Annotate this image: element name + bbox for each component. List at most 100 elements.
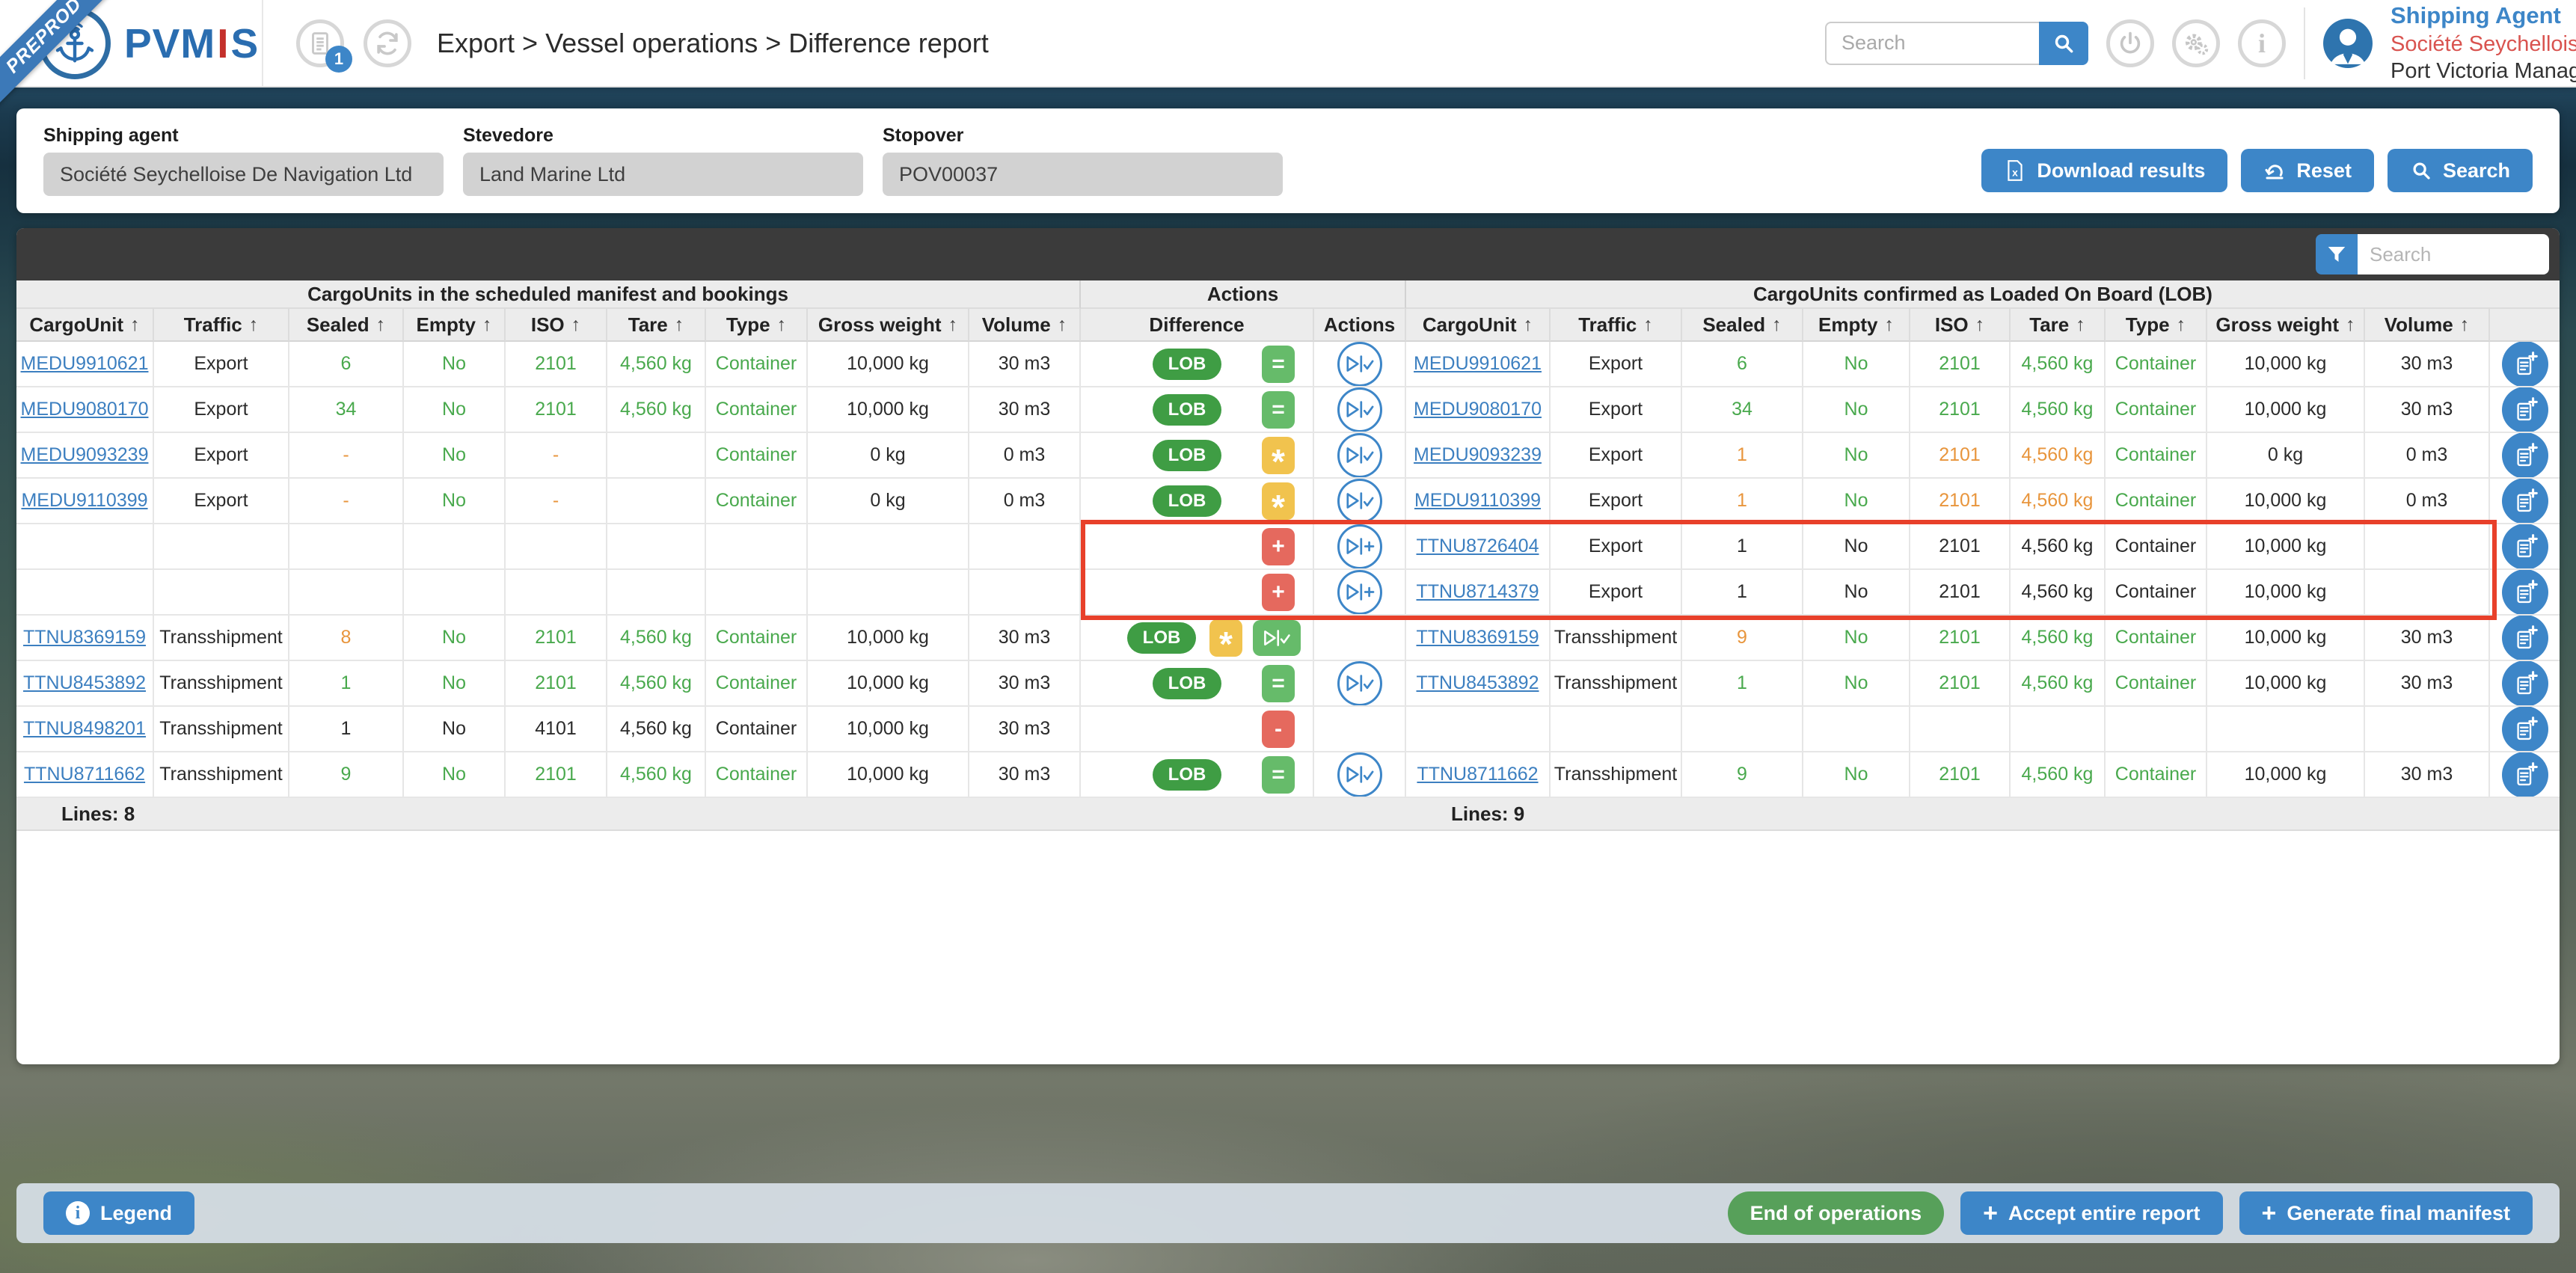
play-check-icon — [1346, 766, 1373, 783]
stevedore-label: Stevedore — [463, 125, 553, 146]
settings-button[interactable] — [2172, 19, 2220, 67]
sort-asc-icon: ↑ — [1643, 313, 1653, 335]
edit-button[interactable] — [2501, 387, 2548, 432]
column-header-traffic[interactable]: Traffic ↑ — [1551, 309, 1682, 342]
cargo-unit-link[interactable]: MEDU9110399 — [1414, 490, 1541, 512]
column-header-cargounit[interactable]: CargoUnit ↑ — [16, 309, 154, 342]
confirm-lob-button[interactable] — [1337, 661, 1382, 705]
column-header-traffic[interactable]: Traffic ↑ — [154, 309, 289, 342]
notification-count-badge: 1 — [325, 45, 352, 73]
stevedore-input[interactable]: Land Marine Ltd — [463, 153, 863, 196]
user-info[interactable]: Shipping Agent Société Seychelloise De P… — [2391, 1, 2576, 85]
play-plus-icon — [1346, 583, 1374, 601]
column-header-iso[interactable]: ISO ↑ — [1910, 309, 2011, 342]
edit-button[interactable] — [2501, 342, 2548, 386]
cargo-unit-link[interactable]: TTNU8453892 — [1417, 672, 1539, 694]
end-of-operations-button[interactable]: End of operations — [1727, 1191, 1945, 1235]
table-filter-button[interactable] — [2316, 234, 2358, 274]
lob-status-badge: LOB — [1153, 667, 1221, 699]
confirm-lob-button[interactable] — [1337, 387, 1382, 432]
column-header-empty[interactable]: Empty ↑ — [404, 309, 506, 342]
edit-button[interactable] — [2501, 479, 2548, 523]
sort-asc-icon: ↑ — [2176, 313, 2186, 335]
legend-button[interactable]: i Legend — [43, 1191, 195, 1235]
column-header-gross-weight[interactable]: Gross weight ↑ — [2207, 309, 2365, 342]
cargo-unit-link[interactable]: TTNU8369159 — [1417, 627, 1539, 648]
sort-asc-icon: ↑ — [130, 313, 140, 335]
column-header-iso[interactable]: ISO ↑ — [506, 309, 607, 342]
cargo-unit-link[interactable]: MEDU9093239 — [1414, 444, 1542, 466]
cargo-unit-link[interactable]: MEDU9110399 — [21, 490, 147, 512]
column-header-gross-weight[interactable]: Gross weight ↑ — [808, 309, 969, 342]
cargo-unit-link[interactable]: TTNU8498201 — [23, 718, 146, 740]
edit-button[interactable] — [2501, 616, 2548, 660]
column-header-volume[interactable]: Volume ↑ — [969, 309, 1081, 342]
column-header-type[interactable]: Type ↑ — [2106, 309, 2207, 342]
mismatch-difference-badge: * — [1262, 436, 1295, 477]
accept-entire-report-button[interactable]: + Accept entire report — [1960, 1191, 2223, 1235]
shipping-agent-input[interactable]: Société Seychelloise De Navigation Ltd — [43, 153, 444, 196]
confirm-lob-button[interactable] — [1337, 433, 1382, 477]
edit-button[interactable] — [2501, 707, 2548, 751]
avatar[interactable] — [2323, 18, 2373, 68]
download-results-button[interactable]: x Download results — [1981, 149, 2228, 192]
add-to-report-button[interactable] — [1337, 570, 1382, 614]
edit-button[interactable] — [2501, 752, 2548, 797]
confirm-lob-button[interactable] — [1337, 752, 1382, 797]
column-header-type[interactable]: Type ↑ — [706, 309, 808, 342]
column-header-sealed[interactable]: Sealed ↑ — [289, 309, 404, 342]
stopover-input[interactable]: POV00037 — [883, 153, 1283, 196]
cargo-unit-link[interactable]: TTNU8711662 — [1417, 764, 1538, 785]
reset-button[interactable]: Reset — [2241, 149, 2374, 192]
lob-status-badge: LOB — [1153, 348, 1221, 380]
column-header-actions: Actions — [1314, 309, 1406, 342]
confirm-lob-button[interactable] — [1337, 342, 1382, 386]
lines-count-left: Lines: 8 — [16, 798, 1081, 831]
cargo-unit-link[interactable]: MEDU9910621 — [21, 353, 149, 375]
group-scheduled-manifest: CargoUnits in the scheduled manifest and… — [16, 280, 1081, 309]
cargo-unit-link[interactable]: MEDU9093239 — [21, 444, 149, 466]
column-header-cargounit[interactable]: CargoUnit ↑ — [1406, 309, 1551, 342]
edit-button[interactable] — [2501, 661, 2548, 705]
info-icon: i — [66, 1201, 90, 1225]
sort-asc-icon: ↑ — [1772, 313, 1782, 335]
table-search-input[interactable] — [2358, 234, 2549, 274]
info-button[interactable]: i — [2238, 19, 2286, 67]
cargo-unit-link[interactable]: MEDU9080170 — [21, 399, 149, 420]
notifications-button[interactable]: 1 — [296, 19, 352, 73]
cargo-unit-link[interactable]: TTNU8453892 — [23, 672, 146, 694]
stevedore-field: Stevedore Land Marine Ltd — [463, 125, 863, 196]
table-footer-row: Lines: 8 Lines: 9 — [16, 798, 2560, 831]
cargo-unit-link[interactable]: MEDU9910621 — [1414, 353, 1542, 375]
edit-button[interactable] — [2501, 433, 2548, 477]
edit-button[interactable] — [2501, 524, 2548, 568]
cargo-unit-link[interactable]: TTNU8711662 — [24, 764, 145, 785]
filter-search-button[interactable]: Search — [2387, 149, 2533, 192]
global-search-button[interactable] — [2039, 21, 2088, 65]
table-row: TTNU8498201 Transshipment 1 No 4101 4,56… — [16, 707, 2560, 752]
play-check-icon — [1346, 492, 1373, 509]
confirm-lob-button[interactable] — [1337, 479, 1382, 523]
refresh-button[interactable] — [364, 19, 411, 67]
filter-panel: Shipping agent Société Seychelloise De N… — [16, 108, 2560, 213]
column-header-tare[interactable]: Tare ↑ — [607, 309, 706, 342]
cargo-unit-link[interactable]: TTNU8726404 — [1417, 536, 1539, 557]
cargo-unit-link[interactable]: TTNU8714379 — [1417, 581, 1539, 603]
power-icon — [2120, 31, 2141, 53]
edit-button[interactable] — [2501, 570, 2548, 614]
cargo-unit-link[interactable]: TTNU8369159 — [23, 627, 146, 648]
logout-button[interactable] — [2106, 19, 2154, 67]
global-search — [1825, 21, 2088, 65]
add-to-report-button[interactable] — [1337, 524, 1382, 568]
refresh-icon — [377, 31, 398, 55]
column-header-volume[interactable]: Volume ↑ — [2365, 309, 2490, 342]
gears-icon — [2185, 33, 2209, 55]
cargo-unit-link[interactable]: MEDU9080170 — [1414, 399, 1542, 420]
column-header-empty[interactable]: Empty ↑ — [1803, 309, 1910, 342]
column-header-sealed[interactable]: Sealed ↑ — [1682, 309, 1803, 342]
stopover-field: Stopover POV00037 — [883, 125, 1283, 196]
generate-final-manifest-button[interactable]: + Generate final manifest — [2239, 1191, 2533, 1235]
equal-difference-badge: = — [1262, 664, 1295, 702]
column-header-tare[interactable]: Tare ↑ — [2011, 309, 2106, 342]
global-search-input[interactable] — [1825, 21, 2039, 65]
